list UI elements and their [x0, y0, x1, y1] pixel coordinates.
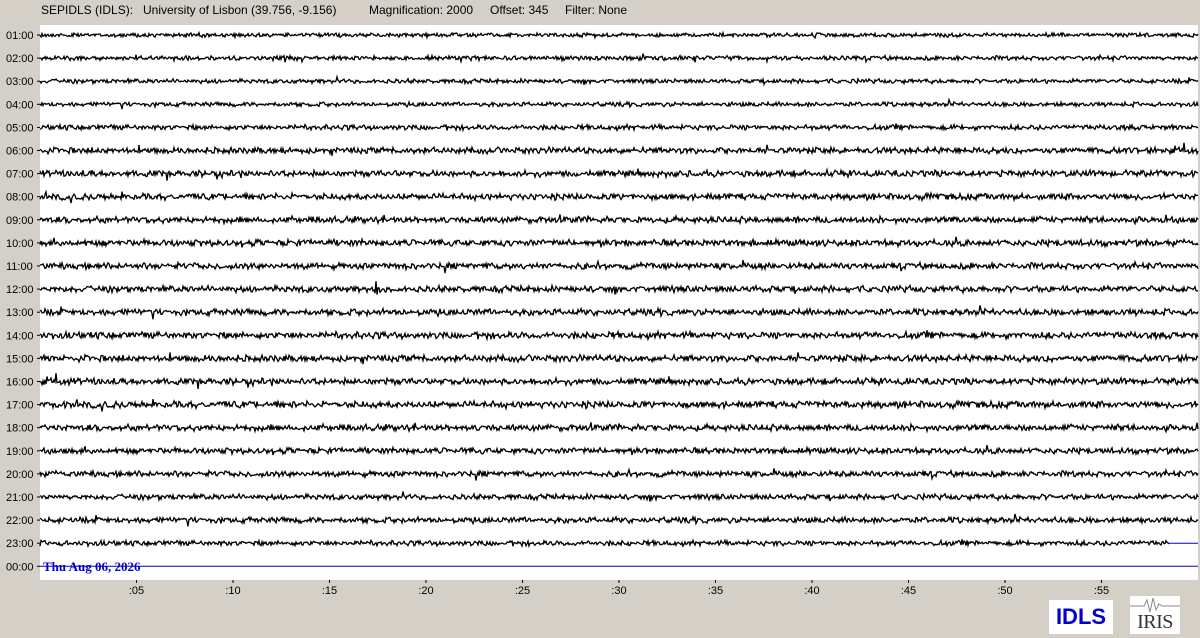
row-label-0300: 03:00: [6, 76, 34, 88]
row-label-2100: 21:00: [6, 492, 34, 504]
x-tick-label: :25: [515, 585, 530, 597]
row-label-0700: 07:00: [6, 169, 34, 181]
row-label-1300: 13:00: [6, 307, 34, 319]
offset-readout: Offset: 345: [490, 3, 549, 17]
plot-header: SEPIDLS (IDLS): University of Lisbon (39…: [0, 0, 1200, 22]
row-label-2000: 20:00: [6, 469, 34, 481]
x-tick-label: :35: [708, 585, 723, 597]
iris-logo-text: IRIS: [1137, 611, 1173, 633]
magnification-readout: Magnification: 2000: [369, 3, 474, 17]
filter-readout: Filter: None: [565, 3, 628, 17]
x-tick-label: :20: [418, 585, 433, 597]
row-label-1700: 17:00: [6, 400, 34, 412]
row-label-1800: 18:00: [6, 423, 34, 435]
helicorder-svg: 01:00 02:00 03:00 04:00 05:00 06:00 07:00 08:00…: [6, 25, 1199, 597]
x-axis-ticks: :05 :10 :15 :20 :25 :30 :35 :40 :45 :50 :55: [129, 580, 1109, 597]
row-label-1500: 15:00: [6, 353, 34, 365]
row-label-0800: 08:00: [6, 192, 34, 204]
row-label-2300: 23:00: [6, 538, 34, 550]
row-label-1000: 10:00: [6, 238, 34, 250]
x-tick-label: :05: [129, 585, 144, 597]
row-label-2200: 22:00: [6, 515, 34, 527]
row-label-1900: 19:00: [6, 446, 34, 458]
x-tick-label: :10: [225, 585, 240, 597]
row-label-1400: 14:00: [6, 330, 34, 342]
row-label-1100: 11:00: [6, 261, 33, 273]
helicorder-plot: 01:00 02:00 03:00 04:00 05:00 06:00 07:00 08:00…: [0, 22, 1200, 604]
x-tick-label: :30: [611, 585, 626, 597]
row-label-0000: 00:00: [6, 561, 34, 573]
date-label: Thu Aug 06, 2026: [43, 559, 141, 574]
row-label-1600: 16:00: [6, 377, 34, 389]
x-tick-label: :15: [322, 585, 337, 597]
x-tick-label: :40: [804, 585, 819, 597]
x-tick-label: :55: [1094, 585, 1109, 597]
station-name: SEPIDLS (IDLS):: [41, 3, 134, 17]
row-label-0500: 05:00: [6, 122, 34, 134]
row-label-0900: 09:00: [6, 215, 34, 227]
idls-logo: IDLS: [1049, 600, 1113, 634]
station-location: University of Lisbon (39.756, -9.156): [143, 3, 337, 17]
row-label-0100: 01:00: [6, 30, 34, 42]
row-label-1200: 12:00: [6, 284, 34, 296]
iris-logo: IRIS: [1130, 596, 1180, 634]
row-labels: 01:00 02:00 03:00 04:00 05:00 06:00 07:00 08:00…: [6, 30, 40, 573]
row-label-0400: 04:00: [6, 99, 34, 111]
row-label-0200: 02:00: [6, 53, 34, 65]
x-tick-label: :50: [997, 585, 1012, 597]
x-tick-label: :45: [901, 585, 916, 597]
row-label-0600: 06:00: [6, 146, 34, 158]
